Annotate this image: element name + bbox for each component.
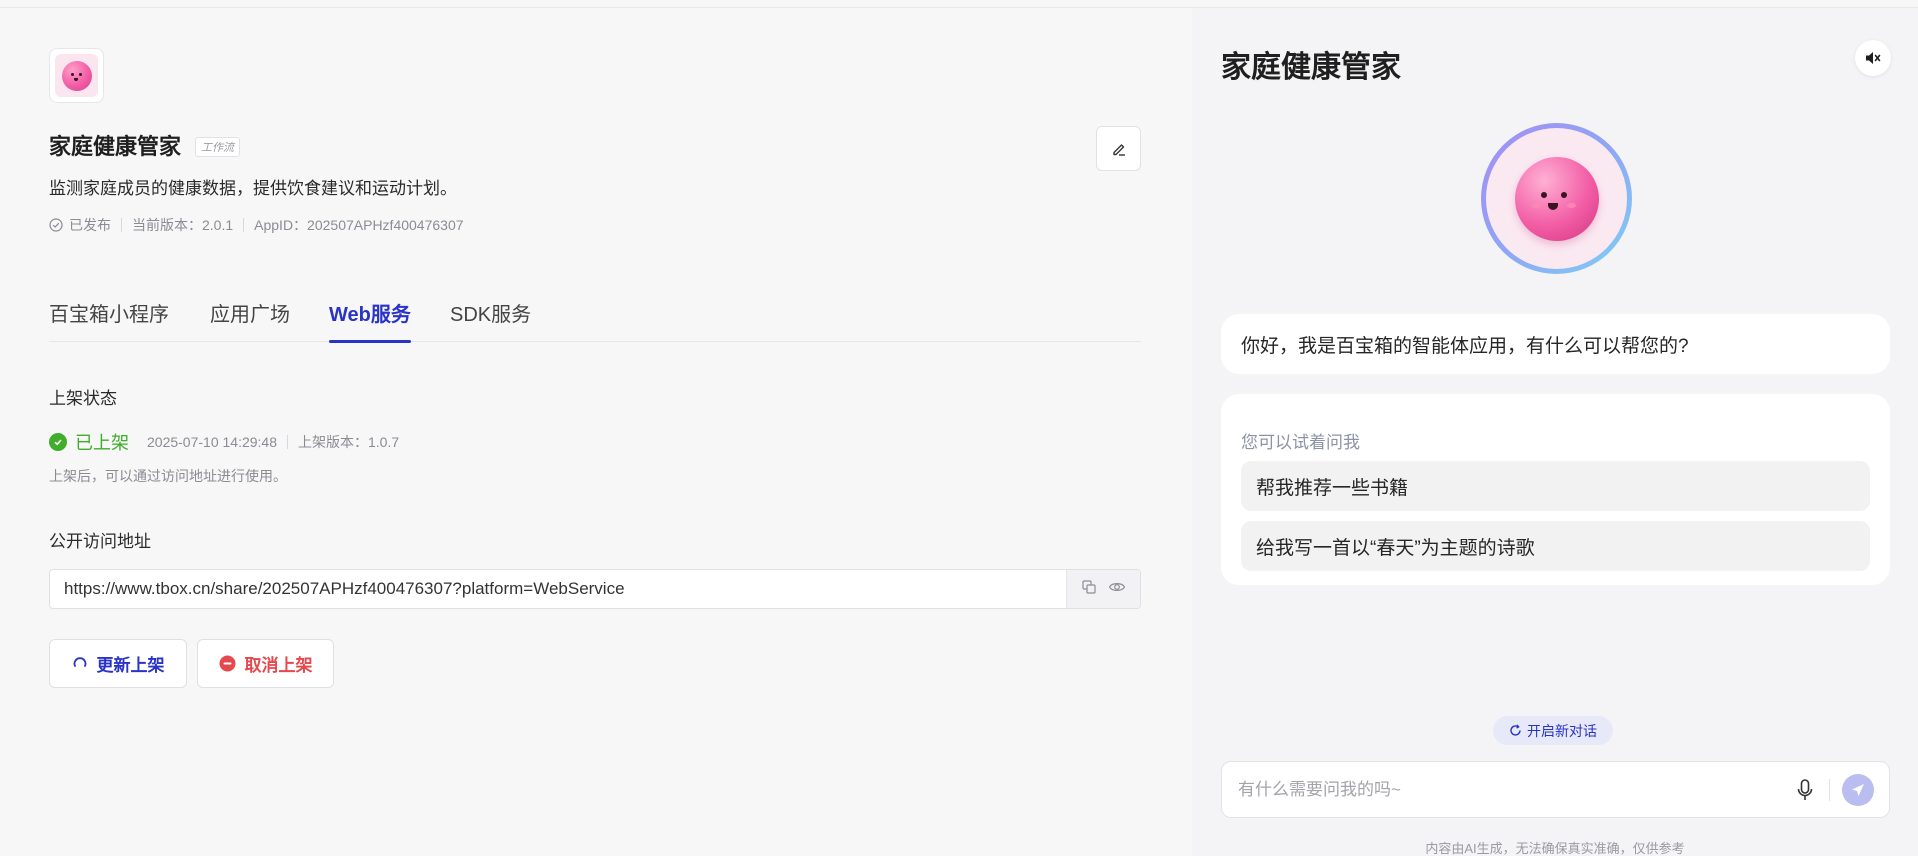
edit-icon <box>1112 143 1125 156</box>
new-chat-label: 开启新对话 <box>1527 722 1597 739</box>
app-meta: 已发布 当前版本：2.0.1 AppID：202507APHzf40047630… <box>49 215 464 235</box>
agent-avatar <box>1481 123 1632 274</box>
mute-button[interactable] <box>1855 40 1891 76</box>
greeting-message: 你好，我是百宝箱的智能体应用，有什么可以帮您的? <box>1221 314 1890 374</box>
cancel-listing-button[interactable]: 取消上架 <box>197 639 334 688</box>
pink-ball-icon <box>61 60 92 91</box>
listing-status-label: 上架状态 <box>49 389 117 408</box>
app-id: AppID：202507APHzf400476307 <box>254 217 464 233</box>
app-detail-panel: 家庭健康管家 工作流 监测家庭成员的健康数据，提供饮食建议和运动计划。 已发布 … <box>0 8 1192 856</box>
new-chat-button[interactable]: 开启新对话 <box>1493 716 1613 745</box>
minus-circle-icon <box>219 655 236 672</box>
check-circle-icon <box>49 218 63 232</box>
public-url-label: 公开访问地址 <box>49 532 151 551</box>
suggestions-card: 您可以试着问我 帮我推荐一些书籍 给我写一首以“春天”为主题的诗歌 <box>1221 394 1890 585</box>
chat-input[interactable] <box>1222 779 1793 800</box>
suggestion-item[interactable]: 帮我推荐一些书籍 <box>1241 461 1870 511</box>
listing-hint: 上架后，可以通过访问地址进行使用。 <box>49 468 287 484</box>
public-url-value[interactable]: https://www.tbox.cn/share/202507APHzf400… <box>50 579 1066 599</box>
tab-sdk-service[interactable]: SDK服务 <box>450 298 531 342</box>
suggestion-item[interactable]: 给我写一首以“春天”为主题的诗歌 <box>1241 521 1870 571</box>
mic-icon[interactable] <box>1793 775 1817 805</box>
chat-title: 家庭健康管家 <box>1221 51 1401 84</box>
update-listing-button[interactable]: 更新上架 <box>49 639 187 688</box>
listing-status-row: 已上架 2025-07-10 14:29:48 上架版本：1.0.7 <box>49 429 399 455</box>
refresh-icon <box>72 656 88 672</box>
update-listing-label: 更新上架 <box>96 656 165 675</box>
tab-web-service[interactable]: Web服务 <box>329 298 411 343</box>
status-badge: 已上架 <box>49 429 129 455</box>
send-button[interactable] <box>1842 773 1874 806</box>
app-avatar <box>49 48 104 103</box>
cancel-listing-label: 取消上架 <box>244 656 313 675</box>
eye-icon[interactable] <box>1108 579 1126 600</box>
app-title: 家庭健康管家 <box>49 134 182 159</box>
copy-icon[interactable] <box>1081 579 1097 600</box>
publish-status: 已发布 <box>69 217 111 233</box>
tab-mini-program[interactable]: 百宝箱小程序 <box>49 298 169 342</box>
mute-icon <box>1866 52 1881 64</box>
app-description: 监测家庭成员的健康数据，提供饮食建议和运动计划。 <box>49 179 457 198</box>
listing-status: 已上架 <box>75 433 129 453</box>
send-icon <box>1852 783 1864 796</box>
refresh-icon <box>1509 724 1522 737</box>
public-url-field[interactable]: https://www.tbox.cn/share/202507APHzf400… <box>49 569 1141 609</box>
suggestions-heading: 您可以试着问我 <box>1241 433 1360 452</box>
chat-preview-panel: 家庭健康管家 你好，我是百宝箱的智能体应用，有什么可以帮您的? 您可以试着问我 … <box>1192 8 1918 856</box>
app-type-tag: 工作流 <box>195 137 240 157</box>
check-circle-icon <box>49 433 67 451</box>
tab-app-square[interactable]: 应用广场 <box>210 298 290 342</box>
pink-ball-icon <box>1514 156 1599 241</box>
chat-input-bar <box>1221 761 1890 818</box>
edit-button[interactable] <box>1096 126 1141 171</box>
service-tabs: 百宝箱小程序 应用广场 Web服务 SDK服务 <box>49 298 1141 343</box>
listing-version: 上架版本：1.0.7 <box>298 434 400 450</box>
ai-disclaimer: 内容由AI生成，无法确保真实准确，仅供参考 <box>1425 841 1685 856</box>
current-version: 当前版本：2.0.1 <box>132 217 234 233</box>
listing-timestamp: 2025-07-10 14:29:48 <box>147 434 277 450</box>
